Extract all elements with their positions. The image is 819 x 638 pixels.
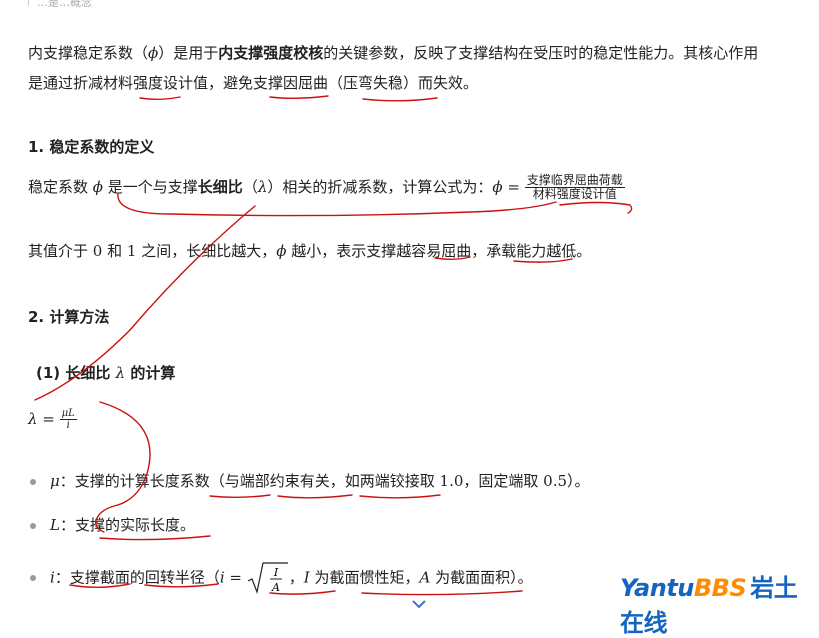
- range-line: 其值介于 0 和 1 之间，长细比越大，ϕ 越小，表示支撑越容易屈曲，承载能力越…: [28, 236, 591, 266]
- phi-symbol: ϕ: [276, 242, 287, 260]
- sqrt-icon: I A: [247, 562, 288, 595]
- definition-line: 稳定系数 ϕ 是一个与支撑长细比（λ）相关的折减系数，计算公式为：ϕ = 支撑临…: [28, 172, 625, 202]
- subsection-title: (1) 长细比 λ 的计算: [36, 362, 175, 383]
- watermark-logo: YantuBBS 岩土在线: [620, 568, 819, 638]
- logo-part: Yantu: [620, 574, 694, 602]
- fraction-numerator: μL: [59, 408, 77, 420]
- number: 0.5: [543, 472, 568, 490]
- lambda-formula: λ = μL i: [28, 404, 77, 434]
- connector-curve: [94, 401, 151, 533]
- lambda-symbol: λ: [115, 364, 126, 382]
- mu-symbol: μ: [50, 472, 60, 490]
- underline: [362, 97, 438, 102]
- fraction-numerator: 支撑临界屈曲荷载: [524, 173, 625, 188]
- bullet-dot: [30, 478, 36, 485]
- fraction-numerator: I: [273, 566, 279, 579]
- section-2-title: 2. 计算方法: [28, 308, 110, 326]
- text: ，: [288, 568, 304, 587]
- text: 是一个与支撑: [103, 178, 198, 196]
- intro-line-1: 内支撑稳定系数（ϕ）是用于内支撑强度校核的关键参数，反映了支撑结构在受压时的稳定…: [28, 38, 818, 68]
- intro-paragraph: 内支撑稳定系数（ϕ）是用于内支撑强度校核的关键参数，反映了支撑结构在受压时的稳定…: [28, 38, 818, 98]
- underline: [277, 494, 353, 499]
- phi-fraction: 支撑临界屈曲荷载 材料强度设计值: [524, 173, 625, 201]
- text: ，固定端取: [463, 472, 544, 490]
- bullet-dot: [30, 522, 36, 529]
- list-item: μ：支撑的计算长度系数（与端部约束有关，如两端铰接取 1.0，固定端取 0.5）…: [30, 470, 590, 491]
- text: 稳定系数: [28, 178, 93, 196]
- text: 为截面面积）。: [430, 568, 533, 587]
- text: （: [242, 178, 258, 196]
- intro-line-2: 是通过折减材料强度设计值，避免支撑因屈曲（压弯失稳）而失效。: [28, 68, 818, 98]
- text: 的计算: [125, 364, 176, 382]
- text: (1) 长细比: [36, 364, 116, 382]
- L-symbol: L: [50, 516, 60, 534]
- underline: [559, 201, 633, 214]
- text: 之间，长细比越大，: [136, 242, 277, 260]
- text: ）是用于: [158, 44, 219, 62]
- fraction-denominator: 材料强度设计值: [532, 187, 617, 201]
- breadcrumb-text: …是…概念: [37, 0, 92, 9]
- text: 和: [102, 242, 127, 260]
- fraction-denominator: i: [66, 420, 70, 431]
- text: 内支撑稳定系数（: [28, 44, 149, 62]
- text: 为截面惯性矩，: [309, 568, 420, 587]
- text: 是通过折减材料强度设计值，避免支撑因屈曲（压弯失稳）而失效。: [28, 74, 479, 92]
- lambda-symbol: λ: [257, 178, 268, 196]
- text: ：支撑截面的回转半径（: [54, 568, 220, 587]
- text: ）相关的折减系数，计算公式为：: [267, 178, 493, 196]
- lambda-fraction: μL i: [59, 408, 77, 431]
- fraction-denominator: A: [271, 581, 280, 594]
- number: 1.0: [439, 472, 464, 490]
- text: 越小，表示支撑越容易屈曲，承载能力越低。: [286, 242, 592, 260]
- text: 的关键参数，反映了支撑结构在受压时的稳定性能力。其核心作用: [323, 44, 759, 62]
- chevron-down-icon[interactable]: [411, 598, 427, 610]
- A-symbol: A: [419, 568, 431, 587]
- text: ：支撑的计算长度系数（与端部约束有关，如两端铰接取: [59, 472, 440, 490]
- phi-symbol: ϕ: [148, 44, 159, 62]
- underline: [99, 535, 211, 541]
- logo-part: BBS: [693, 574, 747, 602]
- text: 其值介于: [28, 242, 93, 260]
- number: 1: [126, 242, 137, 260]
- phi-symbol: ϕ: [92, 178, 104, 196]
- list-item: L：支撑的实际长度。: [30, 514, 195, 535]
- sqrt-expression: I A: [247, 561, 289, 595]
- number: 0: [92, 242, 103, 260]
- bold-term: 内支撑强度校核: [218, 44, 324, 62]
- bold-term: 长细比: [197, 178, 243, 196]
- list-item: i：支撑截面的回转半径（i = I A ，I 为截面惯性矩，A 为截面面积）。: [30, 561, 533, 595]
- text: ：支撑的实际长度。: [59, 516, 195, 534]
- breadcrumb: …是…概念: [28, 0, 92, 9]
- section-1-title: 1. 稳定系数的定义: [28, 138, 155, 156]
- text: ）。: [567, 472, 590, 490]
- underline: [209, 494, 271, 498]
- formula-lhs: i =: [219, 568, 242, 587]
- bullet-dot: [30, 575, 36, 581]
- underline: [359, 494, 441, 499]
- formula-lhs: λ =: [28, 410, 55, 428]
- formula-lhs: ϕ =: [492, 178, 520, 196]
